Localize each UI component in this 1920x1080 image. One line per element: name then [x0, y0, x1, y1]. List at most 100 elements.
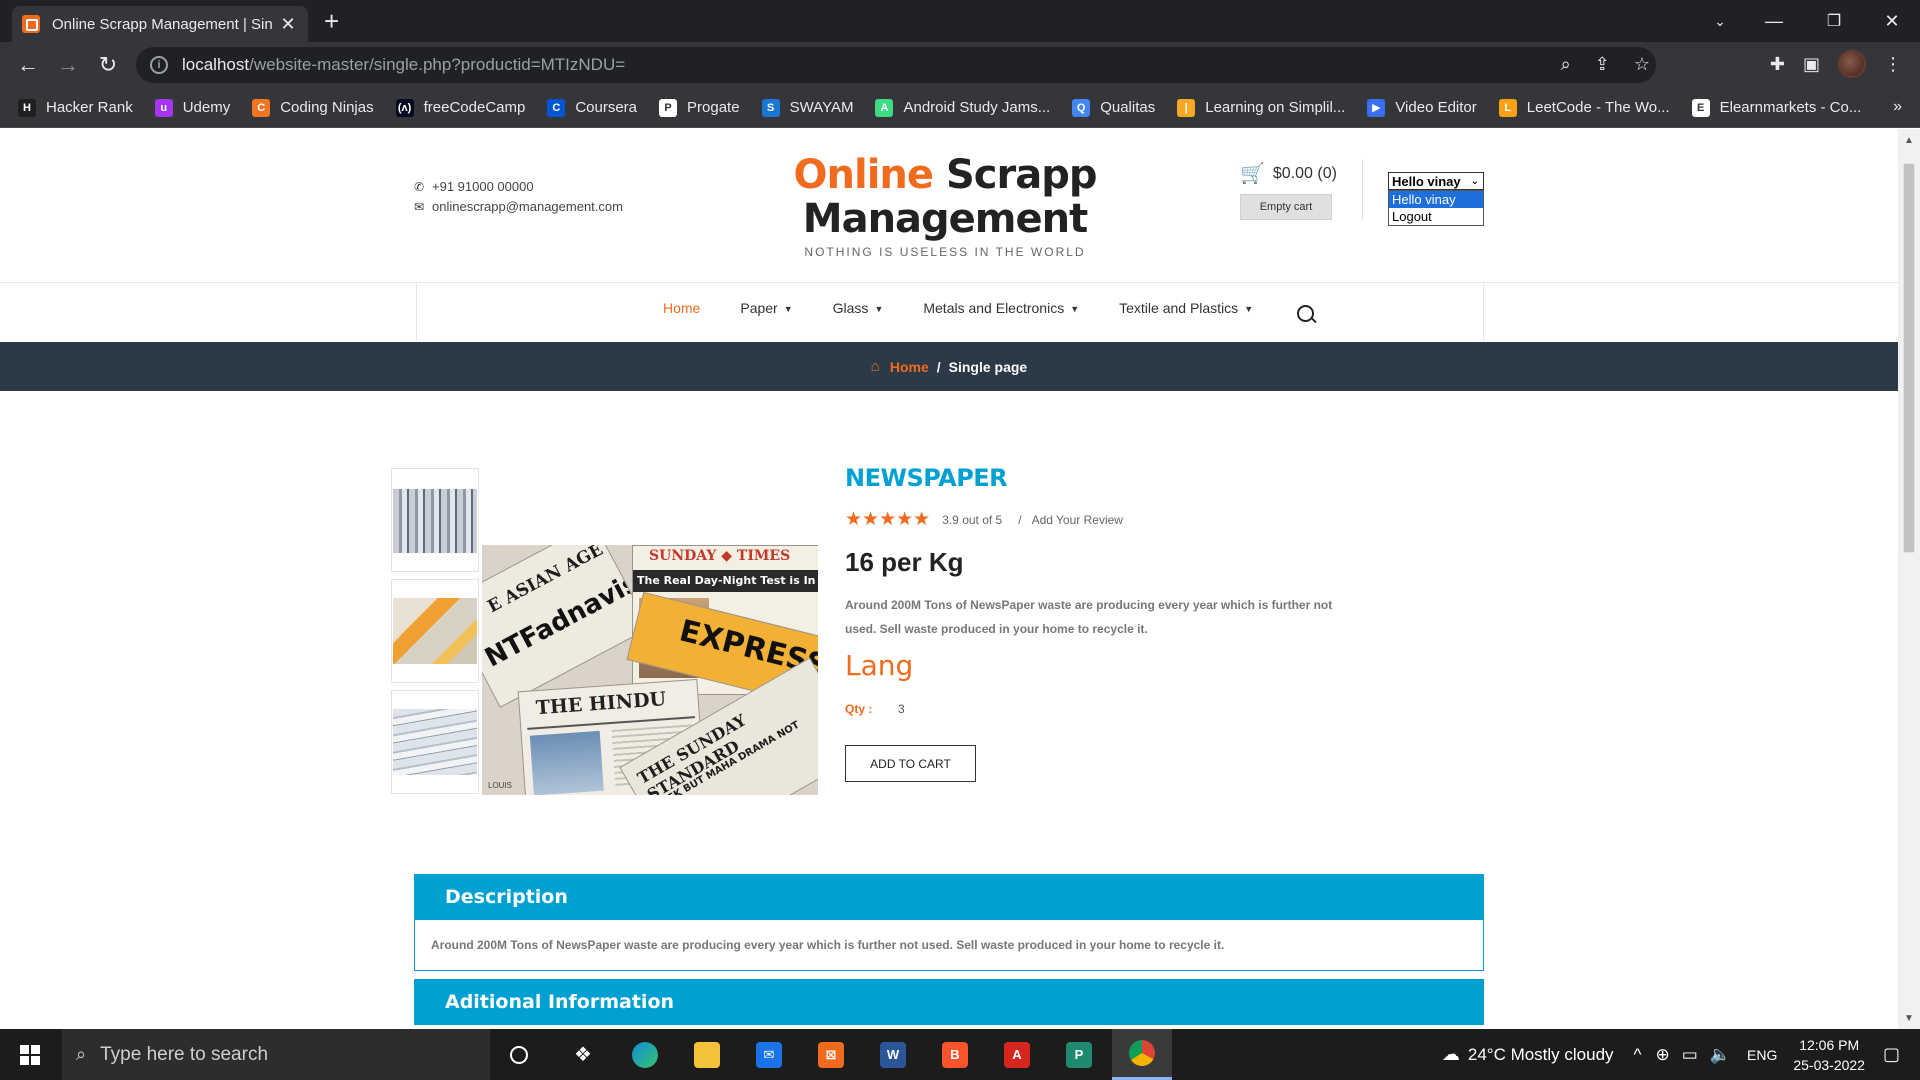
- bookmark-item[interactable]: | Learning on Simplil...: [1177, 98, 1345, 117]
- site-info-icon[interactable]: i: [150, 56, 168, 74]
- word-icon[interactable]: W: [866, 1029, 920, 1080]
- nav-item-paper[interactable]: Paper ▼: [740, 300, 792, 316]
- file-explorer-icon[interactable]: [680, 1029, 734, 1080]
- bookmark-item[interactable]: E Elearnmarkets - Co...: [1691, 98, 1861, 117]
- tab-search-chevron-icon[interactable]: ⌄: [1692, 0, 1748, 42]
- cart-amount: $0.00 (0): [1272, 164, 1337, 182]
- caret-down-icon: ▼: [1244, 304, 1254, 315]
- windows-taskbar: ⌕ Type here to search ❖ ✉ ⊠ W B A P ☁ 24…: [0, 1029, 1920, 1080]
- user-option-hello[interactable]: Hello vinay: [1389, 191, 1483, 208]
- android-icon: A: [875, 98, 894, 117]
- description-tab-header[interactable]: Description: [414, 874, 1484, 920]
- address-bar[interactable]: i localhost/website-master/single.php?pr…: [136, 47, 1656, 83]
- browser-tab-active[interactable]: Online Scrapp Management | Sin ✕: [12, 6, 308, 42]
- bookmark-item[interactable]: H Hacker Rank: [18, 98, 133, 117]
- site-logo[interactable]: Online Scrapp Management NOTHING IS USEL…: [780, 153, 1110, 259]
- simplilearn-icon: |: [1177, 98, 1196, 117]
- battery-icon[interactable]: ▭: [1682, 1045, 1698, 1065]
- notification-icon[interactable]: ▢: [1883, 1044, 1900, 1065]
- share-icon[interactable]: ⇪: [1595, 54, 1610, 75]
- chevron-up-icon[interactable]: ^: [1634, 1045, 1642, 1065]
- add-to-cart-button[interactable]: ADD TO CART: [845, 745, 976, 782]
- restore-window-icon[interactable]: ❐: [1806, 0, 1862, 42]
- bookmark-item[interactable]: A Android Study Jams...: [875, 98, 1050, 117]
- add-review-link[interactable]: Add Your Review: [1032, 513, 1123, 527]
- page-scrollbar[interactable]: ▲ ▼: [1898, 129, 1920, 1029]
- user-dropdown[interactable]: Hello vinay ⌄ Hello vinay Logout: [1388, 172, 1484, 226]
- windows-start-icon[interactable]: [20, 1045, 40, 1065]
- system-clock[interactable]: 12:06 PM 25-03-2022: [1793, 1035, 1865, 1075]
- nav-item-metals-and-electronics[interactable]: Metals and Electronics ▼: [923, 300, 1079, 316]
- scroll-up-icon[interactable]: ▲: [1904, 135, 1914, 146]
- reload-icon[interactable]: ↻: [94, 52, 122, 78]
- side-panel-icon[interactable]: ▣: [1803, 54, 1820, 75]
- logo-tagline: NOTHING IS USELESS IN THE WORLD: [804, 245, 1086, 259]
- caret-down-icon: ▼: [1070, 304, 1080, 315]
- bookmark-label: Qualitas: [1100, 99, 1156, 116]
- language-indicator[interactable]: ENG: [1747, 1047, 1777, 1063]
- bookmark-item[interactable]: (ʌ) freeCodeCamp: [395, 98, 525, 117]
- volume-icon[interactable]: 🔈: [1710, 1045, 1731, 1065]
- product-short-description: Around 200M Tons of NewsPaper waste are …: [845, 598, 1333, 636]
- minimize-window-icon[interactable]: —: [1746, 0, 1802, 42]
- forward-arrow-icon[interactable]: →: [54, 52, 82, 78]
- scroll-down-icon[interactable]: ▼: [1904, 1013, 1914, 1024]
- close-tab-icon[interactable]: ✕: [278, 14, 298, 35]
- new-tab-plus-icon[interactable]: +: [324, 8, 339, 34]
- bookmark-item[interactable]: u Udemy: [154, 98, 230, 117]
- close-window-icon[interactable]: ✕: [1864, 0, 1920, 42]
- bookmark-item[interactable]: P Progate: [659, 98, 740, 117]
- nav-item-home[interactable]: Home: [663, 300, 700, 316]
- additional-info-tab-header[interactable]: Aditional Information: [414, 979, 1484, 1025]
- product-thumbnail-2[interactable]: [391, 579, 479, 683]
- task-view-icon[interactable]: [492, 1029, 546, 1080]
- bookmark-item[interactable]: Q Qualitas: [1072, 98, 1156, 117]
- description-tab-body: Around 200M Tons of NewsPaper waste are …: [414, 919, 1484, 971]
- bookmark-label: Video Editor: [1395, 99, 1477, 116]
- browser-toolbar: ← → ↻ i localhost/website-master/single.…: [0, 42, 1920, 88]
- nav-item-textile-and-plastics[interactable]: Textile and Plastics ▼: [1119, 300, 1253, 316]
- brave-icon[interactable]: B: [928, 1029, 982, 1080]
- breadcrumb-home-link[interactable]: Home: [890, 359, 929, 375]
- mail-icon[interactable]: ✉: [742, 1029, 796, 1080]
- nav-item-glass[interactable]: Glass ▼: [833, 300, 884, 316]
- product-thumbnail-1[interactable]: [391, 468, 479, 572]
- hackerrank-icon: H: [18, 98, 36, 117]
- xampp-icon[interactable]: ⊠: [804, 1029, 858, 1080]
- taskbar-search-box[interactable]: ⌕ Type here to search: [62, 1029, 490, 1080]
- scrollbar-thumb[interactable]: [1903, 163, 1915, 553]
- main-menu: Home Paper ▼ Glass ▼ Metals and Electronics ▼ T…: [663, 300, 1293, 316]
- more-bookmarks-icon[interactable]: »: [1893, 98, 1902, 116]
- bookmark-item[interactable]: C Coding Ninjas: [252, 98, 374, 117]
- bookmark-star-icon[interactable]: ☆: [1634, 54, 1650, 75]
- weather-text[interactable]: 24°C Mostly cloudy: [1468, 1045, 1614, 1065]
- nav-item-label: Textile and Plastics: [1119, 300, 1239, 316]
- bookmark-item[interactable]: C Coursera: [547, 98, 637, 117]
- user-select[interactable]: Hello vinay ⌄: [1388, 172, 1484, 190]
- cart-link[interactable]: 🛒 $0.00 (0): [1240, 161, 1337, 186]
- zoom-icon[interactable]: ⌕: [1561, 54, 1571, 75]
- bookmark-item[interactable]: S SWAYAM: [761, 98, 853, 117]
- bookmark-item[interactable]: L LeetCode - The Wo...: [1498, 98, 1670, 117]
- user-options-list: Hello vinay Logout: [1388, 190, 1484, 226]
- site-favicon-icon: [22, 15, 40, 33]
- network-globe-icon[interactable]: ⊕: [1656, 1045, 1670, 1065]
- rating-stars-icon: ★★★★★: [845, 509, 931, 530]
- product-thumbnail-3[interactable]: [391, 690, 479, 794]
- weather-cloud-icon: ☁: [1441, 1044, 1460, 1064]
- extensions-puzzle-icon[interactable]: ✚: [1770, 54, 1785, 75]
- profile-avatar[interactable]: [1838, 50, 1866, 78]
- bookmark-item[interactable]: ▶ Video Editor: [1367, 98, 1477, 117]
- empty-cart-button[interactable]: Empty cart: [1240, 194, 1332, 220]
- browser-menu-icon[interactable]: ⋮: [1884, 54, 1902, 75]
- edge-browser-icon[interactable]: [618, 1029, 672, 1080]
- contact-info: ✆ +91 91000 00000 ✉ onlinescrapp@managemen…: [414, 177, 623, 217]
- chrome-icon[interactable]: [1112, 1029, 1172, 1080]
- back-arrow-icon[interactable]: ←: [14, 52, 42, 78]
- acrobat-icon[interactable]: A: [990, 1029, 1044, 1080]
- user-option-logout[interactable]: Logout: [1389, 208, 1483, 225]
- publisher-icon[interactable]: P: [1052, 1029, 1106, 1080]
- logo-word-scrapp: Scrapp: [945, 152, 1098, 198]
- dropbox-icon[interactable]: ❖: [556, 1029, 610, 1080]
- search-icon[interactable]: [1297, 305, 1317, 325]
